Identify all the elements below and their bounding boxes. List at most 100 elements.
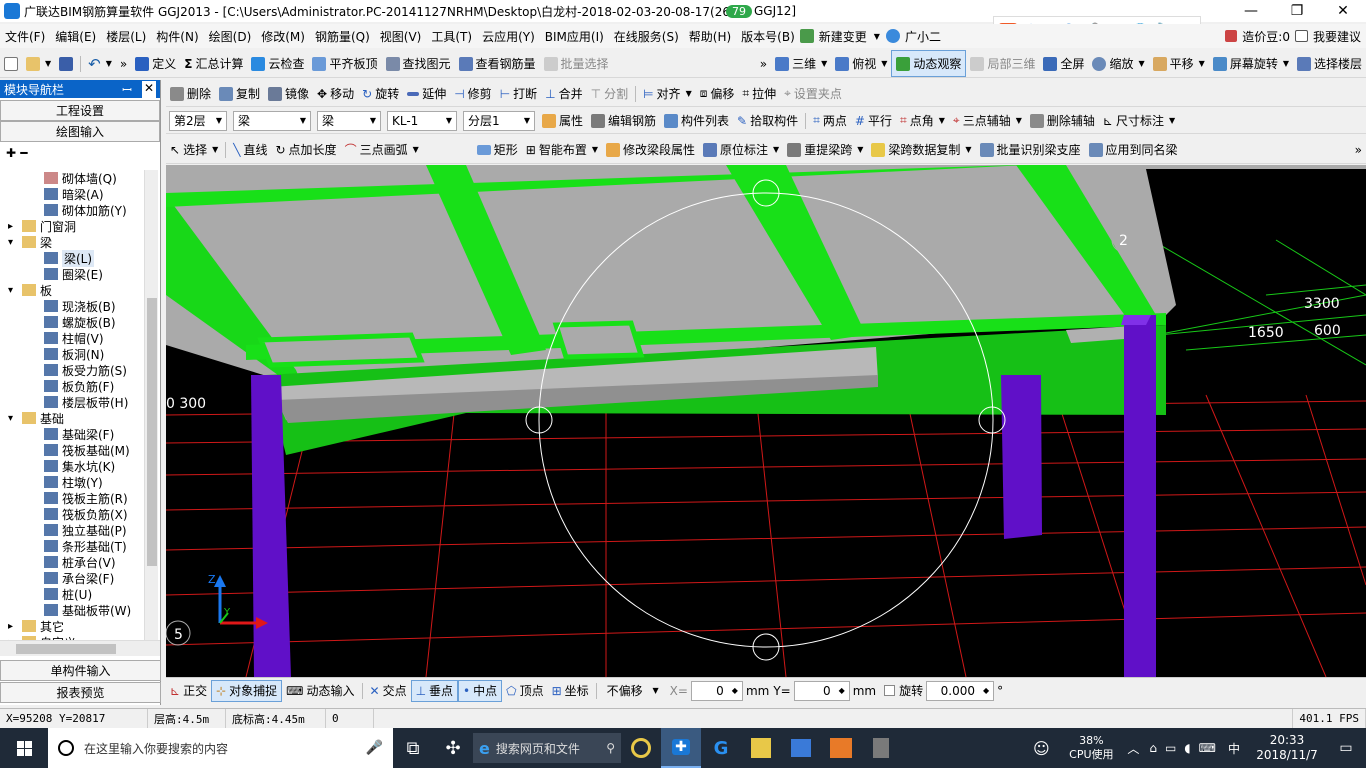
single-component-input-button[interactable]: 单构件输入 xyxy=(0,660,161,681)
apply-same-name-button[interactable]: 应用到同名梁 xyxy=(1085,136,1182,163)
microphone-icon[interactable]: 🎤 xyxy=(366,740,383,756)
menu-tools[interactable]: 工具(T) xyxy=(426,28,477,45)
tree-item[interactable]: 筏板主筋(R) xyxy=(0,490,160,506)
mirror-button[interactable]: 镜像 xyxy=(264,81,313,106)
hscroll-thumb[interactable] xyxy=(16,644,116,654)
maximize-button[interactable]: ❐ xyxy=(1274,0,1320,22)
close-button[interactable]: ✕ xyxy=(1320,0,1366,22)
component-list-button[interactable]: 构件列表 xyxy=(660,108,733,133)
screen-rotate-button[interactable]: 屏幕旋转 ▼ xyxy=(1209,50,1293,77)
tree-item[interactable]: 砌体加筋(Y) xyxy=(0,202,160,218)
align-button[interactable]: ⊨ 对齐 ▼ xyxy=(639,81,696,106)
type-select[interactable]: 梁 ▼ xyxy=(317,110,381,131)
cloud-check-button[interactable]: 云检查 xyxy=(247,50,308,77)
object-snap-toggle[interactable]: ⊹ 对象捕捉 xyxy=(211,679,283,702)
tree-vscroll[interactable] xyxy=(144,170,158,640)
taskbar-app-fan[interactable]: ✣ xyxy=(433,728,473,768)
y-input[interactable]: 0 ◆ xyxy=(793,680,850,701)
properties-button[interactable]: 属性 xyxy=(538,108,587,133)
taskbar-app-chrome[interactable] xyxy=(621,728,661,768)
close-icon[interactable]: ✕ xyxy=(141,80,156,98)
tree-item[interactable]: 暗梁(A) xyxy=(0,186,160,202)
suggest-link[interactable]: 我要建议 xyxy=(1308,28,1366,45)
taskbar-app-notes[interactable] xyxy=(741,728,781,768)
menu-cloud[interactable]: 云应用(Y) xyxy=(477,28,540,45)
browser-search-box[interactable]: e 搜索网页和文件 ⚲ xyxy=(473,733,621,763)
modify-segment-button[interactable]: 修改梁段属性 xyxy=(602,136,699,163)
drawing-input-button[interactable]: 绘图输入 xyxy=(0,121,160,142)
extend-button[interactable]: 延伸 xyxy=(403,81,450,106)
tree-item[interactable]: 圈梁(E) xyxy=(0,266,160,282)
tree-item[interactable]: 集水坑(K) xyxy=(0,458,160,474)
three-point-arc-button[interactable]: ⌒ 三点画弧 ▼ xyxy=(341,136,423,163)
smart-layout-button[interactable]: ⊞ 智能布置 ▼ xyxy=(522,136,602,163)
find-element-button[interactable]: 查找图元 xyxy=(382,50,455,77)
pan-button[interactable]: 平移 ▼ xyxy=(1149,50,1209,77)
cpu-usage[interactable]: 38% CPU使用 xyxy=(1061,734,1121,762)
overflow-chevron-3[interactable]: » xyxy=(1351,136,1366,163)
x-input[interactable]: 0 ◆ xyxy=(690,680,743,701)
column-right[interactable] xyxy=(1124,315,1156,677)
tree-item[interactable]: 基础板带(W) xyxy=(0,602,160,618)
coins-label[interactable]: 造价豆:0 xyxy=(1237,28,1295,45)
tree-item[interactable]: 柱帽(V) xyxy=(0,330,160,346)
menu-component[interactable]: 构件(N) xyxy=(151,28,203,45)
volume-icon[interactable]: ◖ xyxy=(1180,741,1194,755)
tree-item[interactable]: 板洞(N) xyxy=(0,346,160,362)
menu-rebar[interactable]: 钢筋量(Q) xyxy=(310,28,375,45)
menu-online[interactable]: 在线服务(S) xyxy=(609,28,684,45)
parallel-button[interactable]: # 平行 xyxy=(851,108,896,133)
tree-item[interactable]: 独立基础(P) xyxy=(0,522,160,538)
batch-identify-button[interactable]: 批量识别梁支座 xyxy=(976,136,1085,163)
delete-button[interactable]: 删除 xyxy=(166,81,215,106)
clock[interactable]: 20:33 2018/11/7 xyxy=(1248,733,1326,763)
pick-component-button[interactable]: ✎ 拾取构件 xyxy=(733,108,802,133)
model-canvas[interactable]: 2 3300 1650 600 0 300 5 Z Y xyxy=(166,165,1366,677)
floor-select[interactable]: 第2层 ▼ xyxy=(169,110,227,131)
view-rebar-qty-button[interactable]: 查看钢筋量 xyxy=(455,50,540,77)
tree-folder[interactable]: ▸ 门窗洞 xyxy=(0,218,160,234)
tree-item[interactable]: 现浇板(B) xyxy=(0,298,160,314)
slab-opening-2[interactable] xyxy=(552,320,645,360)
tree-item[interactable]: 筏板基础(M) xyxy=(0,442,160,458)
battery-icon[interactable]: ▭ xyxy=(1161,741,1180,755)
menu-bim[interactable]: BIM应用(I) xyxy=(540,28,609,45)
overflow-chevron-2[interactable]: » xyxy=(756,50,771,77)
perpendicular-snap[interactable]: ⊥ 垂点 xyxy=(410,679,459,702)
point-angle-button[interactable]: ⌗ 点角 ▼ xyxy=(896,108,949,133)
three-point-axis-button[interactable]: ⌖ 三点辅轴 ▼ xyxy=(949,108,1026,133)
save-button[interactable] xyxy=(55,50,77,77)
line-tool-button[interactable]: ╲ 直线 xyxy=(229,136,271,163)
vertex-snap[interactable]: ⬠ 顶点 xyxy=(502,678,547,703)
tree-item[interactable]: 柱墩(Y) xyxy=(0,474,160,490)
menu-view[interactable]: 视图(V) xyxy=(375,28,427,45)
3d-view-button[interactable]: 三维 ▼ xyxy=(771,50,831,77)
merge-button[interactable]: ⊥ 合并 xyxy=(541,81,586,106)
report-preview-button[interactable]: 报表预览 xyxy=(0,682,161,703)
copy-button[interactable]: 复制 xyxy=(215,81,264,106)
category-select[interactable]: 梁 ▼ xyxy=(233,110,311,131)
tree-item[interactable]: 砌体墙(Q) xyxy=(0,170,160,186)
menu-version[interactable]: 版本号(B) xyxy=(736,28,800,45)
collapse-icon[interactable]: ▾ xyxy=(8,413,20,424)
tree-item[interactable]: 板负筋(F) xyxy=(0,378,160,394)
stretch-button[interactable]: ⌗ 拉伸 xyxy=(738,81,780,106)
tree-item[interactable]: 楼层板带(H) xyxy=(0,394,160,410)
windows-start-button[interactable] xyxy=(0,728,48,768)
coordinate-snap[interactable]: ⊞ 坐标 xyxy=(548,678,593,703)
minimize-button[interactable]: — xyxy=(1228,0,1274,22)
layer-select[interactable]: 分层1 ▼ xyxy=(463,110,535,131)
summary-calc-button[interactable]: Σ 汇总计算 xyxy=(180,50,247,77)
intersection-snap[interactable]: ✕ 交点 xyxy=(366,678,411,703)
tree-folder[interactable]: ▾ 板 xyxy=(0,282,160,298)
two-point-button[interactable]: ⌗ 两点 xyxy=(809,108,851,133)
tree-hscroll[interactable] xyxy=(0,640,160,656)
tree-tools[interactable]: ✚ ━ xyxy=(0,142,160,166)
zoom-button[interactable]: 缩放 ▼ xyxy=(1088,50,1148,77)
overflow-chevron[interactable]: » xyxy=(116,50,131,77)
midpoint-snap[interactable]: • 中点 xyxy=(458,679,503,702)
menu-edit[interactable]: 编辑(E) xyxy=(50,28,101,45)
slab-opening-1[interactable] xyxy=(257,332,425,368)
taskbar-app-more[interactable] xyxy=(861,728,901,768)
taskbar-app-pdf[interactable] xyxy=(821,728,861,768)
